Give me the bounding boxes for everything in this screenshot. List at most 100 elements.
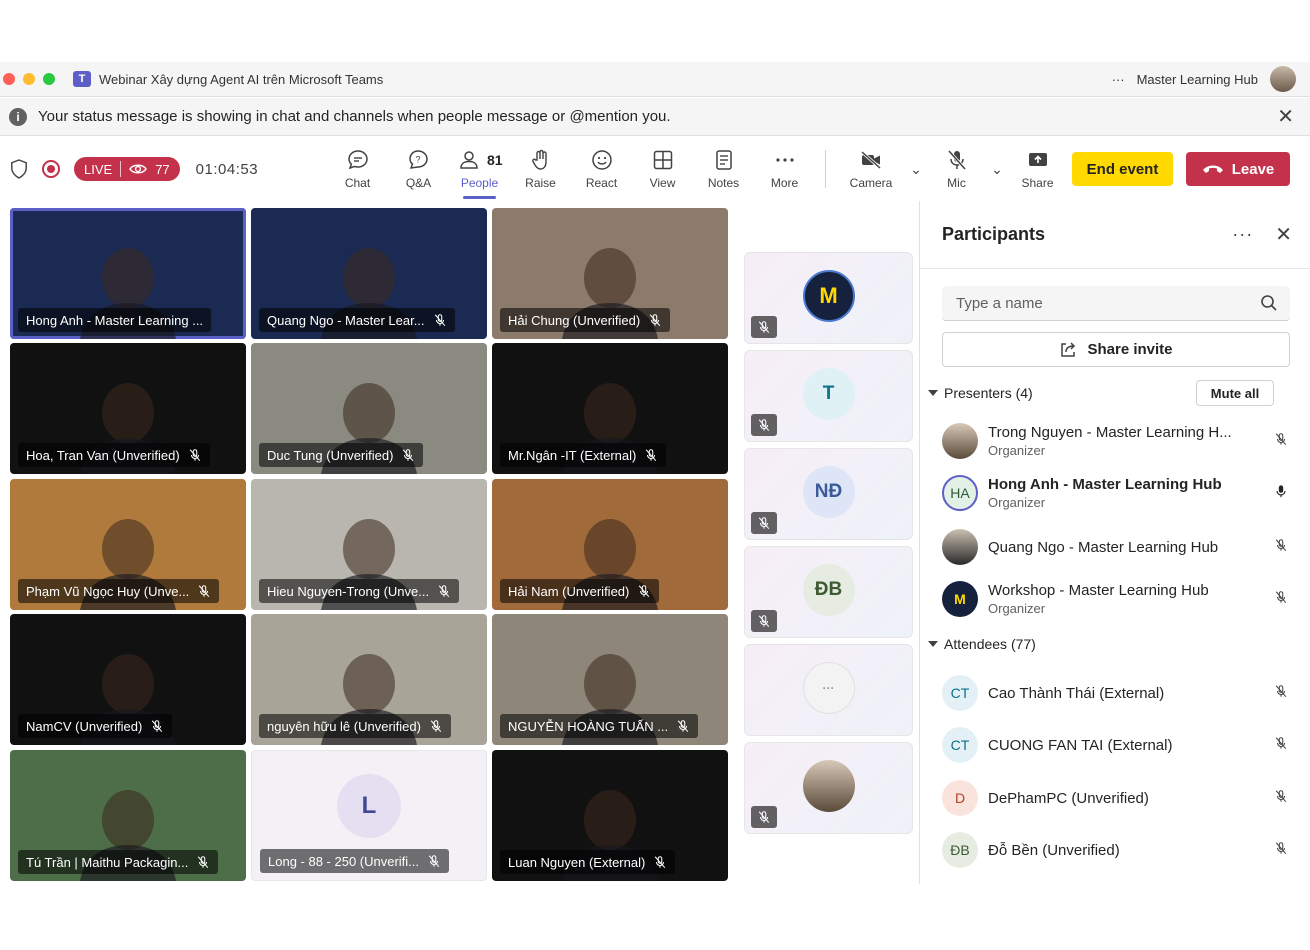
mic-on-icon (1276, 485, 1286, 498)
presenters-label: Presenters (4) (944, 385, 1033, 401)
attendees-section-toggle[interactable]: Attendees (77) (928, 636, 1036, 652)
side-participant-tile[interactable]: T (744, 350, 913, 442)
video-tile[interactable]: NamCV (Unverified) (10, 614, 246, 745)
mic-status[interactable] (1274, 432, 1292, 450)
user-avatar[interactable] (1270, 66, 1296, 92)
mic-status[interactable] (1274, 590, 1292, 608)
participant-name-tag: Hải Nam (Unverified) (500, 579, 660, 603)
video-tile[interactable]: Hoa, Tran Van (Unverified) (10, 343, 246, 474)
video-tile[interactable]: Tú Trần | Maithu Packagin... (10, 750, 246, 881)
video-tile[interactable]: Mr.Ngân -IT (External) (492, 343, 728, 474)
mic-off-icon (1275, 591, 1287, 604)
mic-status[interactable] (1274, 841, 1292, 859)
attendee-row[interactable]: ĐB Đỗ Bền (Unverified) (942, 826, 1292, 874)
video-tile[interactable]: Hong Anh - Master Learning ... (10, 208, 246, 339)
participant-name-tag: Hieu Nguyen-Trong (Unve... (259, 579, 460, 603)
people-label: People (460, 176, 499, 190)
panel-more-icon[interactable]: ··· (1232, 224, 1253, 245)
participant-name-tag: Duc Tung (Unverified) (259, 443, 424, 467)
participant-name-tag: Luan Nguyen (External) (500, 850, 676, 874)
mic-label: Mic (947, 176, 966, 190)
more-button[interactable]: More (754, 137, 815, 201)
attendee-row[interactable]: CT Cao Thành Thái (External) (942, 669, 1292, 717)
live-badge[interactable]: LIVE 77 (74, 157, 180, 181)
presenter-row[interactable]: M Workshop - Master Learning Hub Organiz… (942, 575, 1292, 623)
view-button[interactable]: View (632, 137, 693, 201)
mic-off-icon (438, 585, 450, 598)
close-icon[interactable]: ✕ (1277, 104, 1294, 129)
video-tile[interactable]: nguyên hữu lê (Unverified) (251, 614, 487, 745)
video-tile[interactable]: Hải Nam (Unverified) (492, 479, 728, 610)
participant-name: Hong Anh - Master Learning ... (26, 312, 204, 328)
mic-options-chevron[interactable]: ⌄ (987, 137, 1007, 201)
status-banner: i Your status message is showing in chat… (0, 98, 1310, 136)
notes-button[interactable]: Notes (693, 137, 754, 201)
mic-button[interactable]: Mic (926, 137, 987, 201)
mic-status[interactable] (1274, 736, 1292, 754)
mic-off-icon (758, 811, 770, 824)
leave-button[interactable]: Leave (1186, 152, 1290, 186)
side-participant-tile[interactable]: ĐB (744, 546, 913, 638)
participant-avatar (802, 760, 855, 813)
video-tile[interactable]: Luan Nguyen (External) (492, 750, 728, 881)
avatar: M (942, 581, 978, 617)
video-tile[interactable]: Hải Chung (Unverified) (492, 208, 728, 339)
video-tile[interactable]: Duc Tung (Unverified) (251, 343, 487, 474)
video-tile[interactable]: Phạm Vũ Ngọc Huy (Unve... (10, 479, 246, 610)
share-button[interactable]: Share (1007, 137, 1068, 201)
participant-name: Hải Chung (Unverified) (508, 312, 641, 328)
avatar (942, 423, 978, 459)
participant-search[interactable] (942, 286, 1290, 321)
search-input[interactable] (956, 294, 1246, 312)
presenters-section-toggle[interactable]: Presenters (4) (928, 385, 1033, 401)
mute-all-button[interactable]: Mute all (1196, 380, 1274, 406)
recording-icon[interactable] (42, 160, 60, 178)
presenter-row[interactable]: Quang Ngo - Master Learning Hub (942, 523, 1292, 571)
presenter-row[interactable]: Trong Nguyen - Master Learning H... Orga… (942, 417, 1292, 465)
more-options-icon[interactable]: ··· (1112, 72, 1125, 87)
video-tile[interactable]: L Long - 88 - 250 (Unverifi... (251, 750, 487, 881)
mic-off-icon (199, 585, 210, 598)
mic-status[interactable] (1274, 484, 1292, 502)
org-name: Master Learning Hub (1136, 71, 1258, 87)
mic-status[interactable] (1274, 789, 1292, 807)
toolbar-divider (825, 150, 826, 188)
camera-button[interactable]: Camera (836, 137, 906, 201)
presenter-row[interactable]: HA Hong Anh - Master Learning Hub Organi… (942, 469, 1292, 517)
react-button[interactable]: React (571, 137, 632, 201)
participant-name-tag: Tú Trần | Maithu Packagin... (18, 850, 219, 874)
video-tile[interactable]: Quang Ngo - Master Lear... (251, 208, 487, 339)
side-participant-tile[interactable] (744, 742, 913, 834)
side-participant-tile[interactable]: ··· (744, 644, 913, 736)
minimize-window-button[interactable] (23, 73, 35, 85)
hand-icon (531, 149, 547, 170)
end-event-button[interactable]: End event (1072, 152, 1173, 186)
mic-status[interactable] (1274, 538, 1292, 556)
camera-options-chevron[interactable]: ⌄ (906, 137, 926, 201)
participant-initial-avatar: L (337, 774, 401, 839)
attendee-row[interactable]: D DePhamPC (Unverified) (942, 774, 1292, 822)
side-participant-tile[interactable]: NĐ (744, 448, 913, 540)
side-participant-tile[interactable]: M (744, 252, 913, 344)
view-label: View (649, 176, 676, 190)
people-button[interactable]: 81 People (449, 137, 510, 201)
attendee-row[interactable]: CT CUONG FAN TAI (External) (942, 721, 1292, 769)
participant-name-tag: Hoa, Tran Van (Unverified) (18, 443, 210, 467)
participant-name: Tú Trần | Maithu Packagin... (26, 854, 189, 870)
mic-status[interactable] (1274, 684, 1292, 702)
video-tile[interactable]: Hieu Nguyen-Trong (Unve... (251, 479, 487, 610)
raise-hand-button[interactable]: Raise (510, 137, 571, 201)
mic-off-icon (650, 314, 661, 327)
qa-button[interactable]: ? Q&A (388, 137, 449, 201)
close-icon[interactable]: ✕ (1275, 222, 1292, 247)
share-invite-button[interactable]: Share invite (942, 332, 1290, 367)
maximize-window-button[interactable] (43, 73, 55, 85)
participant-name-tag: Mr.Ngân -IT (External) (500, 443, 667, 467)
muted-indicator (751, 610, 777, 632)
participant-name: Hieu Nguyen-Trong (Unve... (267, 583, 430, 599)
shield-icon[interactable] (10, 159, 28, 179)
chat-button[interactable]: Chat (327, 137, 388, 201)
close-window-button[interactable] (3, 73, 15, 85)
video-tile[interactable]: NGUYỄN HOÀNG TUẤN ... (492, 614, 728, 745)
share-label: Share (1021, 176, 1054, 190)
